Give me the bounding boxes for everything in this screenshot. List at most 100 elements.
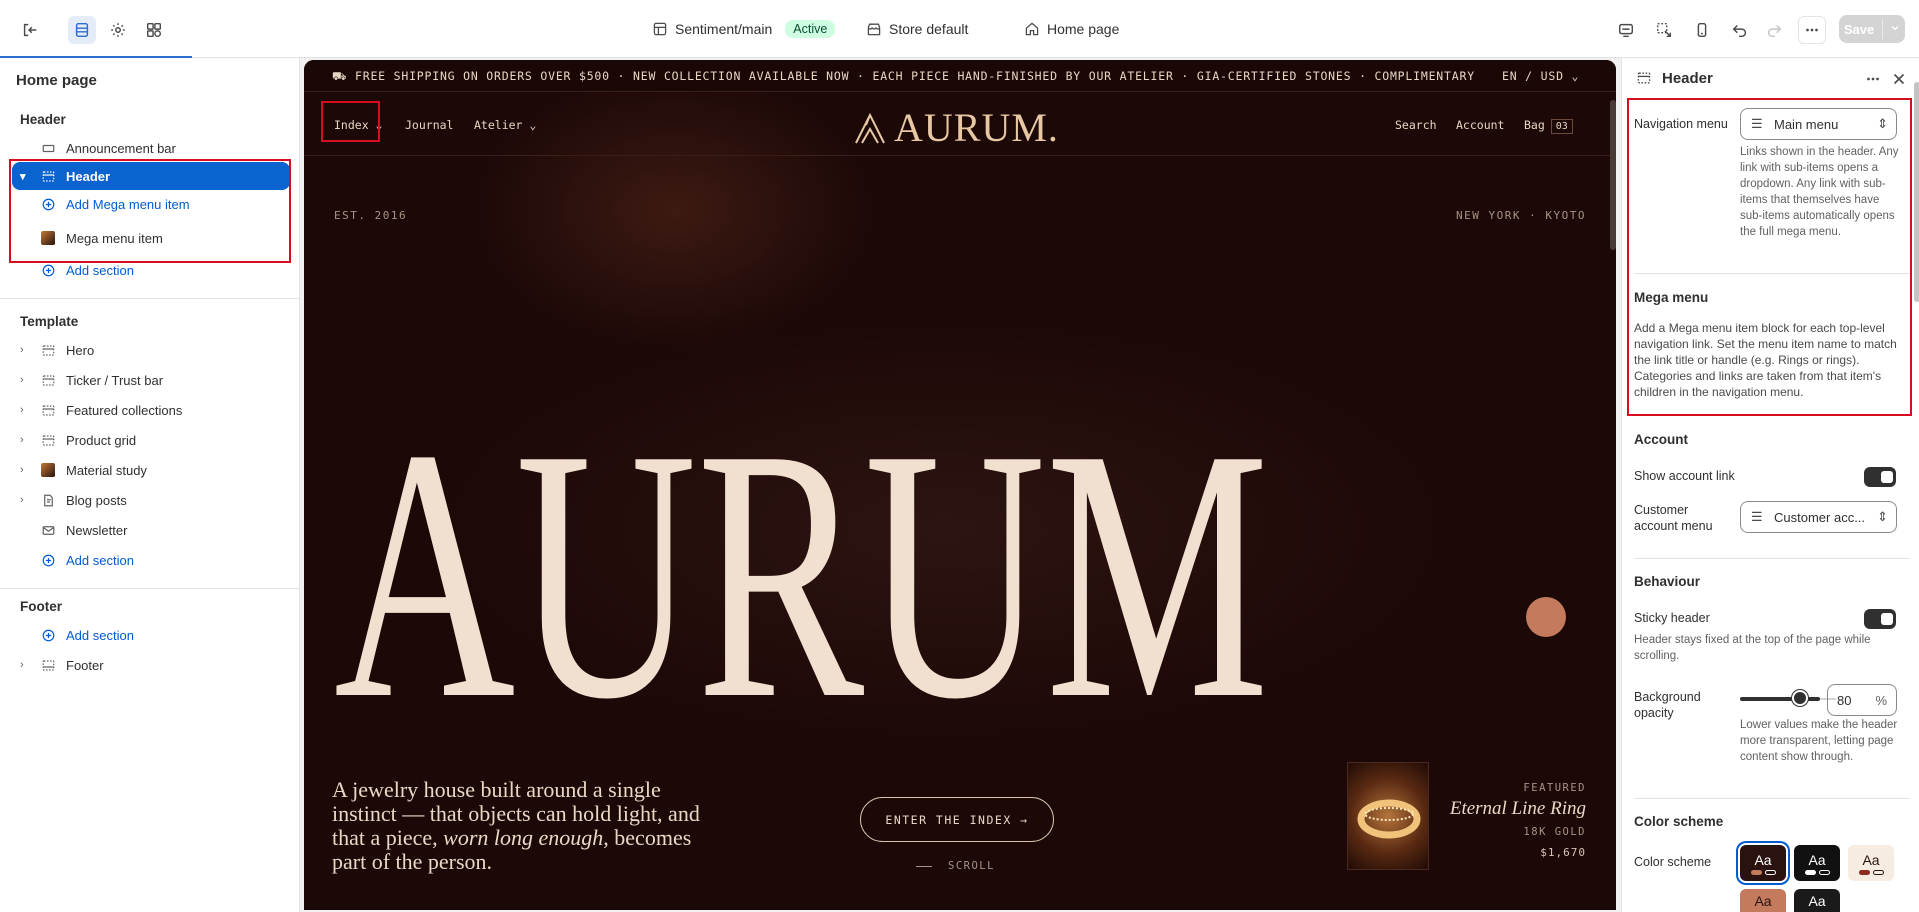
store-selector[interactable]: Store default [866, 0, 968, 58]
navigation-menu-help: Links shown in the header. Any link with… [1740, 146, 1899, 238]
section-footer[interactable]: › Footer [12, 651, 290, 679]
store-header: Index ⌄ Journal Atelier ⌄ AURUM. Search … [304, 92, 1616, 156]
plus-circle-icon [40, 627, 56, 643]
background-opacity-label: Background opacity [1634, 690, 1701, 720]
page-selector[interactable]: Home page [1024, 0, 1119, 58]
more-icon[interactable] [1798, 16, 1826, 44]
featured-label: FEATURED [1523, 782, 1586, 794]
navigation-menu-select[interactable]: ☰ Main menu ⇕ [1740, 108, 1897, 140]
hero-dot [1526, 597, 1566, 637]
nav-link-atelier[interactable]: Atelier ⌄ [474, 118, 536, 132]
section-hero[interactable]: › Hero [12, 336, 290, 364]
color-scheme-swatch-3[interactable]: Aa [1848, 845, 1894, 881]
chevron-right-icon[interactable]: › [20, 344, 34, 356]
customer-account-menu-label: Customer account menu [1634, 503, 1713, 533]
show-account-label: Show account link [1634, 469, 1735, 483]
group-header-title: Header [20, 112, 66, 127]
section-featured-collections[interactable]: › Featured collections [12, 396, 290, 424]
plus-circle-icon [40, 196, 56, 212]
inspector-icon[interactable] [1650, 16, 1678, 44]
chevron-down-icon[interactable] [1888, 21, 1902, 35]
add-section-footer-button[interactable]: Add section [12, 621, 290, 649]
page-name: Home page [1047, 21, 1120, 37]
nav-link-account[interactable]: Account [1456, 118, 1504, 132]
section-announcement-bar[interactable]: Announcement bar [12, 134, 290, 162]
ring-image [1357, 799, 1421, 839]
nav-link-search[interactable]: Search [1395, 118, 1437, 132]
color-scheme-swatch-1[interactable]: Aa [1740, 845, 1786, 881]
add-section-header-button[interactable]: Add section [12, 256, 290, 284]
announcement-ticker: ⛟ FREE SHIPPING ON ORDERS OVER $500 · NE… [304, 60, 1616, 92]
more-icon[interactable] [1864, 70, 1882, 91]
chevron-right-icon[interactable]: › [20, 404, 34, 416]
color-scheme-swatch-5[interactable]: Aa [1794, 889, 1840, 912]
close-icon[interactable] [1890, 70, 1908, 91]
chevron-right-icon[interactable]: › [20, 464, 34, 476]
undo-icon[interactable] [1726, 16, 1754, 44]
chevron-right-icon[interactable]: › [20, 374, 34, 386]
layout-icon [40, 342, 56, 358]
hero-wordmark: AURUM [334, 374, 1269, 705]
section-material-study[interactable]: › Material study [12, 456, 290, 484]
block-mega-menu-item[interactable]: Mega menu item [12, 224, 290, 252]
est-label: EST. 2016 [334, 209, 408, 222]
sticky-header-help: Header stays fixed at the top of the pag… [1634, 634, 1871, 662]
sticky-header-toggle[interactable] [1864, 609, 1896, 629]
exit-icon[interactable] [16, 16, 44, 44]
settings-scrollbar[interactable] [1914, 82, 1919, 302]
logo-mark-icon [855, 112, 885, 143]
chevron-right-icon[interactable]: › [20, 494, 34, 506]
store-icon [867, 23, 881, 36]
menu-lines-icon: ☰ [1751, 116, 1763, 131]
navigation-menu-label: Navigation menu [1634, 117, 1728, 131]
add-section-template-button[interactable]: Add section [12, 546, 290, 574]
background-opacity-slider-handle[interactable] [1792, 690, 1808, 706]
preview-scrollbar[interactable] [1610, 100, 1616, 250]
desktop-icon[interactable] [1612, 16, 1640, 44]
gear-icon[interactable] [104, 16, 132, 44]
currency-selector[interactable]: EN / USD ⌄ [1496, 69, 1580, 83]
theme-selector[interactable]: Sentiment/main Active [652, 0, 836, 58]
section-ticker[interactable]: › Ticker / Trust bar [12, 366, 290, 394]
sections-panel: Home page Header Announcement bar ▾ Head… [0, 58, 300, 912]
redo-icon[interactable] [1760, 16, 1788, 44]
color-scheme-swatch-2[interactable]: Aa [1794, 845, 1840, 881]
blog-icon [40, 492, 56, 508]
scroll-indicator: SCROLL [916, 860, 995, 872]
enter-index-button[interactable]: ENTER THE INDEX → [860, 797, 1054, 842]
featured-product-image[interactable] [1347, 762, 1429, 870]
color-scheme-swatch-4[interactable]: Aa [1740, 889, 1786, 912]
apps-icon[interactable] [140, 16, 168, 44]
nav-link-bag[interactable]: Bag 03 [1524, 118, 1573, 134]
cities-label: NEW YORK · KYOTO [1456, 209, 1586, 222]
sticky-header-label: Sticky header [1634, 611, 1710, 625]
chevron-right-icon[interactable]: › [20, 434, 34, 446]
home-icon [1025, 22, 1039, 36]
mega-menu-title: Mega menu [1634, 290, 1709, 305]
chevron-right-icon[interactable]: › [20, 659, 34, 671]
status-badge: Active [785, 20, 836, 38]
header-layout-icon [1636, 70, 1652, 89]
save-button[interactable]: Save [1839, 15, 1905, 43]
mobile-icon[interactable] [1688, 16, 1716, 44]
section-product-grid[interactable]: › Product grid [12, 426, 290, 454]
section-header[interactable]: ▾ Header [12, 162, 290, 190]
section-blog-posts[interactable]: › Blog posts [12, 486, 290, 514]
background-opacity-slider-track[interactable] [1740, 697, 1820, 701]
header-layout-icon [40, 168, 56, 184]
customer-account-menu-select[interactable]: ☰ Customer acc... ⇕ [1740, 501, 1897, 533]
sections-icon[interactable] [68, 16, 96, 44]
background-opacity-input[interactable]: 80 % [1827, 684, 1897, 716]
store-preview[interactable]: ⛟ FREE SHIPPING ON ORDERS OVER $500 · NE… [304, 60, 1616, 910]
add-mega-menu-item-button[interactable]: Add Mega menu item [12, 190, 290, 218]
store-logo[interactable]: AURUM. [854, 104, 1059, 151]
featured-product-name[interactable]: Eternal Line Ring [1450, 798, 1586, 820]
nav-link-journal[interactable]: Journal [405, 118, 453, 132]
section-newsletter[interactable]: Newsletter [12, 516, 290, 544]
chevron-down-icon[interactable]: ▾ [20, 170, 34, 183]
background-opacity-help: Lower values make the header more transp… [1740, 719, 1898, 763]
show-account-toggle[interactable] [1864, 467, 1896, 487]
nav-link-index[interactable]: Index ⌄ [334, 118, 382, 132]
theme-icon [653, 22, 667, 36]
featured-material: 18K GOLD [1523, 826, 1586, 838]
